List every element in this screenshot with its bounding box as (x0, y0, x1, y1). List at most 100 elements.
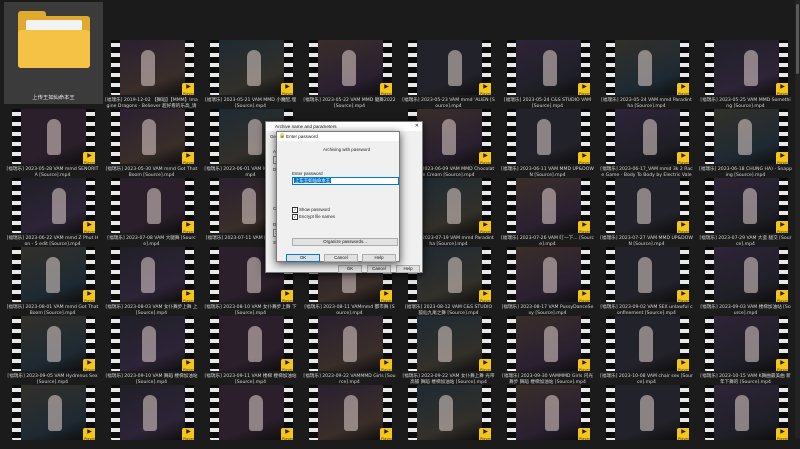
video-tile[interactable]: ▶ Player [福瑞乐] 2023-05-25 VAM MMD Somethin… (697, 36, 794, 109)
video-tile[interactable]: ▶ Player (499, 381, 596, 449)
video-tile[interactable]: ▶ Player [福瑞乐] 2023-08-03 VAM 女仆舞步上舞 上 [So… (103, 243, 200, 316)
video-tile[interactable]: ▶ Player [福瑞乐] 2023-05-23 VAM mmd 'ALIEN [… (400, 36, 497, 109)
video-tile[interactable]: ▶ Player [福瑞乐] 2023-10-15 VAM K舞曲最美曲 新年下舞的… (697, 312, 794, 385)
video-tile[interactable]: ▶ Player [福瑞乐] 2023-08-17 VAM PussyDanceSe… (499, 243, 596, 316)
video-thumbnail[interactable]: ▶ Player (12, 178, 95, 233)
video-tile[interactable]: ▶ Player [福瑞乐] 2023-09-03 VAM 楼梯加油站 [Sourc… (697, 243, 794, 316)
video-thumbnail[interactable]: ▶ Player (111, 109, 194, 164)
scrollbar[interactable] (795, 0, 800, 438)
video-tile[interactable]: ▶ Player [福瑞乐] 2023-07-08 VAM 大腿舞 [Source]… (103, 174, 200, 247)
video-tile[interactable]: ▶ Player [福瑞乐] 2023-09-02 VAM SEX unlawful… (598, 243, 695, 316)
video-thumbnail[interactable]: ▶ Player (507, 247, 590, 302)
video-thumbnail[interactable]: ▶ Player (507, 40, 590, 95)
video-thumbnail[interactable]: ▶ Player (507, 385, 590, 440)
video-thumbnail[interactable]: ▶ Player (606, 316, 689, 371)
password-cancel-button[interactable]: Cancel (324, 254, 358, 262)
password-help-button[interactable]: Help (362, 254, 396, 262)
video-tile[interactable]: ▶ Player [福瑞乐] 2023-09-22 VAM 女仆舞上舞 光带高铺 舞… (400, 312, 497, 385)
show-password-checkbox[interactable]: ✓ (292, 207, 298, 213)
video-thumbnail[interactable]: ▶ Player (111, 385, 194, 440)
video-thumbnail[interactable]: ▶ Player (408, 385, 491, 440)
video-thumbnail[interactable]: ▶ Player (606, 178, 689, 233)
video-thumbnail[interactable]: ▶ Player (210, 40, 293, 95)
video-tile[interactable]: ▶ Player [福瑞乐] 2023-09-30 VAMMMD Girls 闪光舞… (499, 312, 596, 385)
video-tile[interactable]: ▶ Player [福瑞乐] 2023-09-22 VAMMMD Girls [So… (301, 312, 398, 385)
video-tile[interactable]: ▶ Player [福瑞乐] 2023-07-27 VAM MMD UP&DOWN … (598, 174, 695, 247)
video-tile[interactable]: ▶ Player (697, 381, 794, 449)
video-thumbnail[interactable]: ▶ Player (606, 247, 689, 302)
video-tile[interactable]: ▶ Player [福瑞乐] 2023-10-08 VAM chair sex [S… (598, 312, 695, 385)
video-tile[interactable]: ▶ Player (202, 381, 299, 449)
video-thumbnail[interactable]: ▶ Player (705, 247, 788, 302)
video-thumbnail[interactable]: ▶ Player (210, 385, 293, 440)
video-thumbnail[interactable]: ▶ Player (12, 247, 95, 302)
video-tile[interactable]: ▶ Player (103, 381, 200, 449)
video-thumbnail[interactable]: ▶ Player (606, 40, 689, 95)
scrollbar-thumb[interactable] (796, 4, 799, 74)
video-tile[interactable]: ▶ Player (598, 381, 695, 449)
video-tile[interactable]: ▶ Player [福瑞乐] 2023-06-17_VAM mmd 3k 2 Rac… (598, 105, 695, 184)
video-tile[interactable]: ▶ Player [福瑞乐] 2023-05-28 VAM mmd SENORITA… (4, 105, 101, 178)
player-badge-icon: ▶ Player (677, 83, 689, 95)
video-tile[interactable]: ▶ Player [福瑞乐] 2023-09-11 VAM 楼梯 楼梯加油站 [So… (202, 312, 299, 385)
archive-help-button[interactable]: Help (396, 265, 420, 273)
player-label: Player (183, 161, 194, 164)
organize-passwords-button[interactable]: Organize passwords... (292, 238, 398, 246)
video-tile[interactable]: ▶ Player [福瑞乐] 2023-09-05 VAM Hydrenus Sex… (4, 312, 101, 385)
archive-dialog-title: Archive name and parameters (275, 124, 337, 129)
encrypt-names-checkbox[interactable]: ✓ (292, 214, 298, 220)
film-strip-icon (12, 247, 21, 302)
video-thumbnail[interactable]: ▶ Player (705, 178, 788, 233)
video-thumbnail[interactable]: ▶ Player (705, 109, 788, 164)
video-thumbnail[interactable]: ▶ Player (408, 40, 491, 95)
video-tile[interactable]: ▶ Player [福瑞乐] 2023-06-11 VAM MMD UP&DOWN … (499, 105, 596, 178)
video-tile[interactable]: ▶ Player [福瑞乐] 2023-08-01 VAM mmd Got That… (4, 243, 101, 316)
video-tile[interactable]: ▶ Player [福瑞乐] 2023-06-18 CHUNG HA) - Snap… (697, 105, 794, 178)
archive-cancel-button[interactable]: Cancel (367, 265, 391, 273)
video-tile[interactable]: ▶ Player (4, 381, 101, 449)
video-thumbnail[interactable]: ▶ Player (111, 316, 194, 371)
video-tile[interactable]: ▶ Player [福瑞乐] 2023-05-30 VAM mmd Got That… (103, 105, 200, 178)
player-label: Player (579, 299, 590, 302)
video-thumbnail[interactable]: ▶ Player (12, 316, 95, 371)
video-tile[interactable]: ▶ Player [福瑞乐] 2023-05-22 VAM MMD 腿舞2022 [… (301, 36, 398, 109)
video-thumbnail[interactable]: ▶ Player (705, 385, 788, 440)
video-tile[interactable]: ▶ Player [福瑞乐] 2019-12-02 【舞蹈】【MMM】Imagine… (103, 36, 200, 115)
video-tile[interactable]: ▶ Player [福瑞乐] 2023-05-24 C&S STUDIO VAM [… (499, 36, 596, 109)
video-thumbnail[interactable]: ▶ Player (309, 385, 392, 440)
video-tile[interactable]: ▶ Player [福瑞乐] 2023-07-29 VAM 大蛮 腿交 [Sourc… (697, 174, 794, 247)
video-tile[interactable]: ▶ Player [福瑞乐] 2023-05-21 VAM MMD 小魔配,埋[So… (202, 36, 299, 109)
video-thumbnail[interactable]: ▶ Player (606, 385, 689, 440)
video-thumbnail[interactable]: ▶ Player (111, 178, 194, 233)
video-thumbnail[interactable]: ▶ Player (705, 40, 788, 95)
video-tile[interactable]: ▶ Player [福瑞乐] 2023-09-10 VAM 舞蹈 楼梯加油站 [So… (103, 312, 200, 385)
video-thumbnail[interactable]: ▶ Player (111, 247, 194, 302)
video-thumbnail[interactable]: ▶ Player (408, 316, 491, 371)
video-thumbnail[interactable]: ▶ Player (507, 316, 590, 371)
video-tile[interactable]: ▶ Player [福瑞乐] 2023-06-22 VAM mmd Z Phut H… (4, 174, 101, 247)
close-icon[interactable]: ✕ (415, 122, 419, 131)
video-thumbnail[interactable]: ▶ Player (606, 109, 689, 164)
video-thumbnail[interactable]: ▶ Player (12, 109, 95, 164)
video-thumbnail[interactable]: ▶ Player (507, 178, 590, 233)
video-thumbnail[interactable]: ▶ Player (705, 316, 788, 371)
folder-item[interactable]: 上传王如仙命本王 (4, 2, 103, 104)
show-password-label: Show password (299, 207, 330, 212)
film-strip-icon (309, 316, 318, 371)
password-dialog-title: Enter password (286, 134, 318, 139)
video-tile[interactable]: ▶ Player [福瑞乐] 2023-05-24 VAM mmd Paradint… (598, 36, 695, 109)
video-thumbnail[interactable]: ▶ Player (111, 40, 194, 95)
video-thumbnail[interactable]: ▶ Player (210, 316, 293, 371)
password-ok-button[interactable]: OK (286, 254, 320, 262)
video-tile[interactable]: ▶ Player (400, 381, 497, 449)
video-thumbnail[interactable]: ▶ Player (12, 385, 95, 440)
video-thumbnail[interactable]: ▶ Player (309, 316, 392, 371)
player-badge-icon: ▶ Player (182, 83, 194, 95)
video-thumbnail[interactable]: ▶ Player (507, 109, 590, 164)
play-icon: ▶ (285, 360, 290, 366)
archive-ok-button[interactable]: OK (338, 265, 362, 273)
video-tile[interactable]: ▶ Player [福瑞乐] 2023-07-26 VAM 叮一下… [Source… (499, 174, 596, 247)
video-thumbnail[interactable]: ▶ Player (309, 40, 392, 95)
video-tile[interactable]: ▶ Player (301, 381, 398, 449)
password-field[interactable]: 上车王如仙命本王 (292, 177, 399, 185)
